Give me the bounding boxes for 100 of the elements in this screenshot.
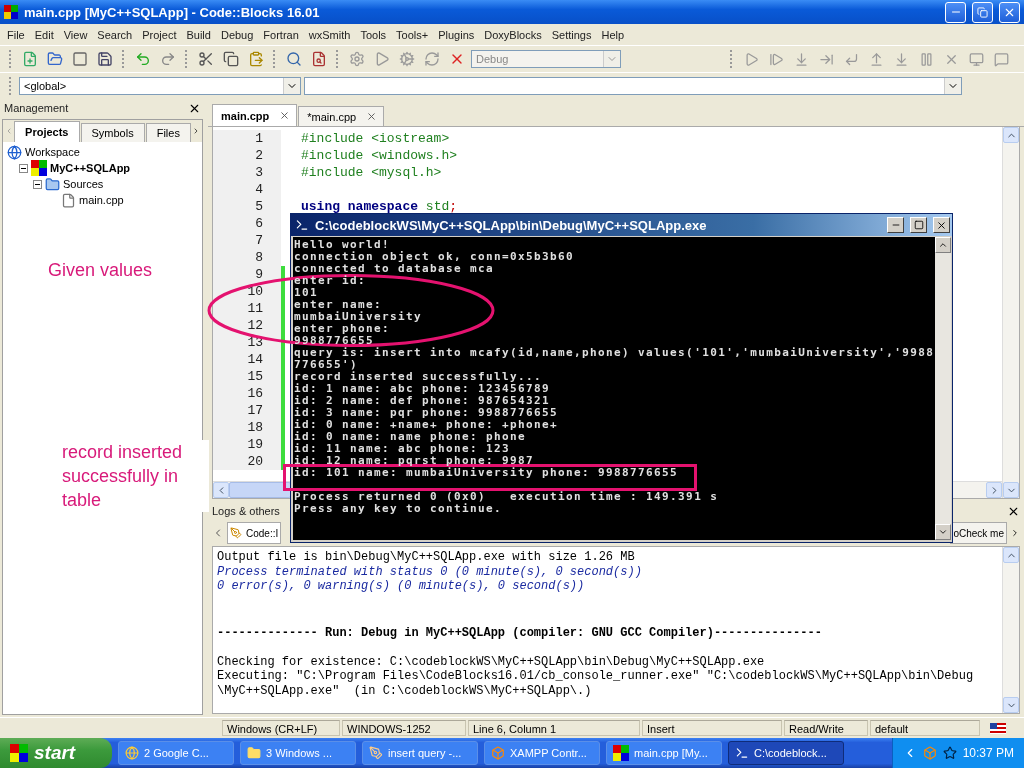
cut-icon[interactable] — [198, 51, 214, 67]
console-title: C:\codeblockWS\MyC++SQLApp\bin\Debug\MyC++SQLApp.exe — [315, 217, 708, 233]
maximize-button[interactable] — [910, 217, 927, 233]
play-icon[interactable] — [743, 51, 759, 67]
tree-item[interactable]: Workspace — [25, 146, 80, 158]
scroll-up-button[interactable] — [1003, 127, 1019, 143]
scroll-down-button[interactable] — [1003, 697, 1019, 713]
square-icon[interactable] — [72, 51, 88, 67]
taskbar-item[interactable]: 2 Google C... — [118, 741, 234, 765]
taskbar-item[interactable]: C:\codeblock... — [728, 741, 844, 765]
terminal-icon — [295, 218, 309, 232]
close-button[interactable] — [933, 217, 950, 233]
menu-item[interactable]: Debug — [215, 28, 259, 41]
log-line: Executing: "C:\Program Files\CodeBlocks16.01/cb_console_runner.exe" "C:\codeblockWS\MyC++SQLApp\bin\Debug — [217, 669, 975, 684]
scroll-right-icon[interactable] — [1010, 528, 1020, 538]
panel-tab[interactable]: Symbols — [80, 123, 145, 142]
line-number: 15 — [213, 368, 281, 385]
copy-icon[interactable] — [223, 51, 239, 67]
play-icon[interactable] — [374, 51, 390, 67]
menu-item[interactable]: Plugins — [433, 28, 480, 41]
scroll-up-button[interactable] — [1003, 547, 1019, 563]
restore-button[interactable] — [972, 1, 993, 23]
panel-tab[interactable]: Files — [145, 123, 191, 142]
app-icon — [4, 5, 18, 19]
menu-item[interactable]: Search — [92, 28, 138, 41]
menu-item[interactable]: File — [2, 28, 30, 41]
file-tab[interactable]: main.cpp — [212, 104, 298, 126]
globe-icon — [125, 746, 139, 760]
rebuild-icon[interactable] — [424, 51, 440, 67]
function-select[interactable] — [304, 77, 962, 95]
step-icon[interactable] — [768, 51, 784, 67]
minimize-button[interactable] — [945, 1, 966, 23]
replace-icon[interactable] — [311, 51, 327, 67]
line-number: 5 — [213, 198, 281, 215]
tree-item[interactable]: main.cpp — [79, 194, 124, 206]
console-line: enter name: — [294, 299, 384, 311]
start-button[interactable]: start — [0, 738, 112, 768]
redo-icon[interactable] — [160, 51, 176, 67]
taskbar-item[interactable]: insert query -... — [362, 741, 478, 765]
scope-select[interactable]: <global> — [19, 77, 301, 95]
menu-item[interactable]: Build — [181, 28, 216, 41]
console-line: 101 — [294, 287, 319, 299]
scroll-down-button[interactable] — [1003, 482, 1019, 498]
line-number: 17 — [213, 402, 281, 419]
expand-toggle[interactable] — [33, 179, 42, 189]
menu-item[interactable]: wxSmith — [303, 28, 356, 41]
console-line: query is: insert into mcafy(id,name,phone) values('101','mumbaiUniversity','9988 — [294, 347, 935, 359]
console-line: id: 0 name: +name+ phone: +phone+ — [294, 419, 560, 431]
undo-icon[interactable] — [135, 51, 151, 67]
line-number: 4 — [213, 181, 281, 198]
paste-icon[interactable] — [248, 51, 264, 67]
menu-item[interactable]: View — [58, 28, 93, 41]
console-line: 9988776655 — [294, 335, 376, 347]
menu-item[interactable]: DoxyBlocks — [479, 28, 547, 41]
log-tab[interactable]: Code::I — [227, 522, 282, 544]
pause-icon[interactable] — [918, 51, 934, 67]
maximize-icon — [913, 220, 924, 230]
taskbar-item[interactable]: XAMPP Contr... — [484, 741, 600, 765]
line-number: 11 — [213, 300, 281, 317]
scroll-thumb[interactable] — [229, 482, 291, 498]
console-line: id: 1 name: abc phone: 123456789 — [294, 383, 552, 395]
search-icon[interactable] — [286, 51, 302, 67]
menu-item[interactable]: Fortran — [258, 28, 304, 41]
log-line: Output file is bin\Debug\MyC++SQLApp.exe with size 1.26 MB — [217, 550, 636, 565]
scroll-left-button[interactable] — [213, 482, 229, 498]
menu-item[interactable]: Project — [137, 28, 182, 41]
menu-item[interactable]: Settings — [546, 28, 597, 41]
taskbar-item[interactable]: 3 Windows ... — [240, 741, 356, 765]
log-tab[interactable]: oCheck me — [950, 522, 1007, 544]
log-line: \MyC++SQLApp.exe" (in C:\codeblockWS\MyC++SQLApp\.) — [217, 683, 593, 698]
save-icon[interactable] — [97, 51, 113, 67]
gear-icon[interactable] — [349, 51, 365, 67]
console-line: id: 3 name: pqr phone: 9988776655 — [294, 407, 560, 419]
tree-item[interactable]: Sources — [63, 178, 104, 190]
file-icon — [61, 192, 76, 208]
new-file-icon[interactable] — [22, 51, 38, 67]
expand-toggle[interactable] — [19, 163, 28, 173]
step-out-icon[interactable] — [843, 51, 859, 67]
minimize-button[interactable] — [887, 217, 904, 233]
file-tab[interactable]: *main.cpp — [298, 106, 385, 126]
window-icon[interactable] — [968, 51, 984, 67]
code-line: #include <iostream> — [300, 131, 450, 146]
cog-icon[interactable] — [399, 51, 415, 67]
scroll-right-button[interactable] — [986, 482, 1002, 498]
restore-icon — [977, 6, 988, 18]
panel-tab[interactable]: Projects — [14, 121, 80, 142]
menu-item[interactable]: Help — [596, 28, 630, 41]
tree-item[interactable]: MyC++SQLApp — [50, 162, 131, 174]
taskbar-item[interactable]: main.cpp [My... — [606, 741, 722, 765]
code-line: using namespace std; — [300, 199, 458, 214]
line-number: 6 — [213, 215, 281, 232]
code-line: #include <windows.h> — [300, 148, 458, 163]
chevron-up-icon — [938, 240, 949, 250]
box-icon[interactable] — [922, 746, 937, 760]
menu-item[interactable]: Edit — [29, 28, 59, 41]
menu-item[interactable]: Tools — [355, 28, 392, 41]
open-folder-icon[interactable] — [47, 51, 63, 67]
message-icon[interactable] — [993, 51, 1009, 67]
menu-item[interactable]: Tools+ — [391, 28, 434, 41]
star-icon[interactable] — [942, 746, 957, 760]
